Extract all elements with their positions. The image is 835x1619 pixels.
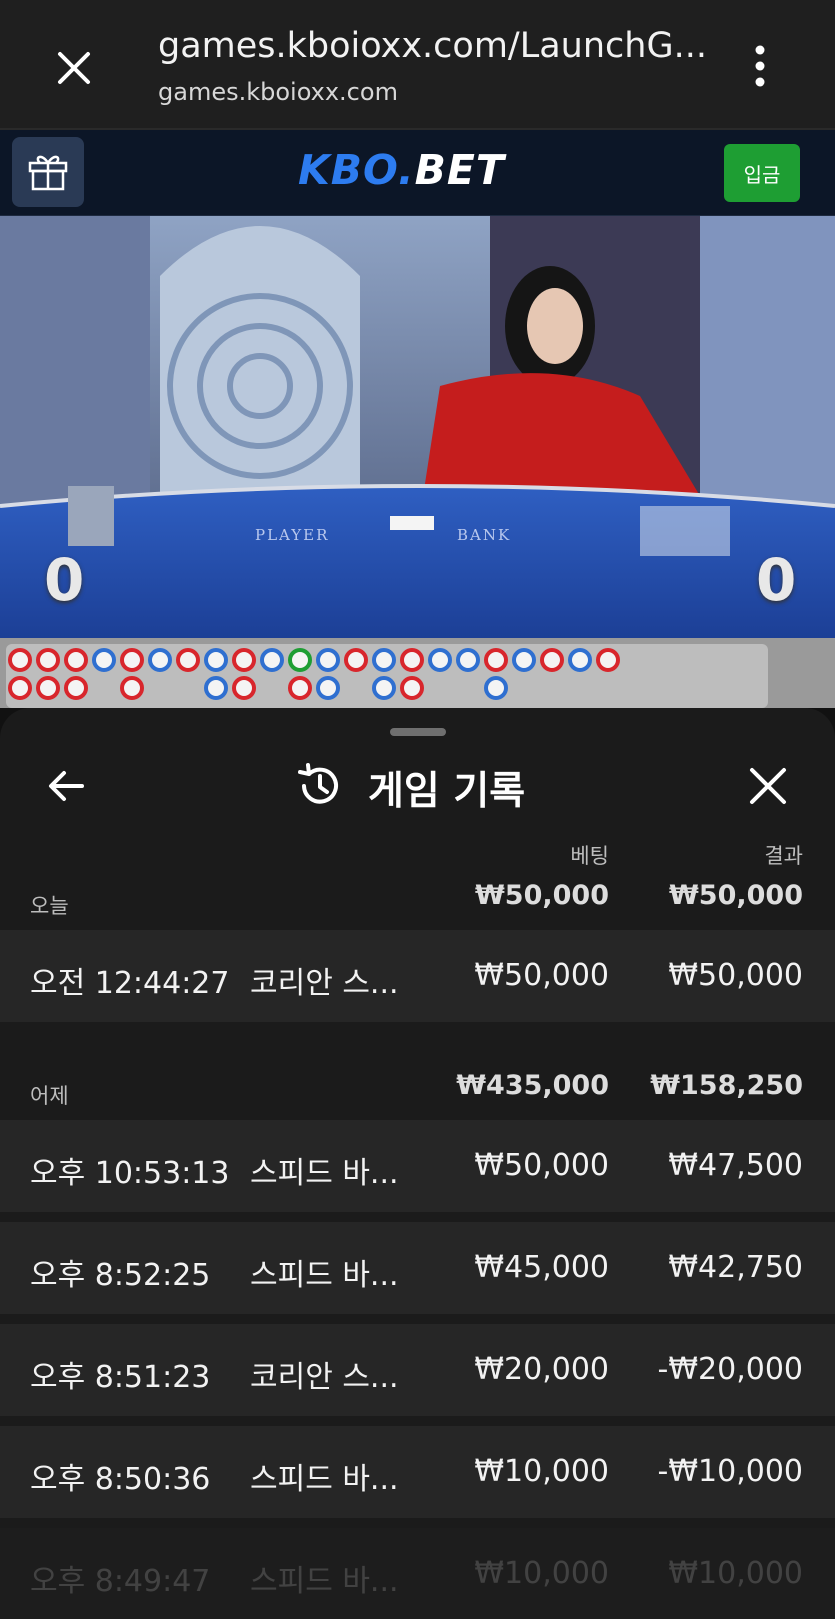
bead-ring — [8, 648, 32, 672]
bead-ring — [372, 676, 396, 700]
row-game: 스피드 바... — [250, 1564, 399, 1599]
bead-ring — [176, 648, 200, 672]
row-result: ₩47,500 — [668, 1148, 803, 1183]
row-game: 스피드 바... — [250, 1462, 399, 1497]
history-row[interactable]: 오후 8:51:23 코리안 스... ₩20,000 -₩20,000 — [0, 1324, 835, 1416]
row-time: 오후 8:50:36 — [30, 1462, 211, 1497]
bead-ring — [456, 648, 480, 672]
row-game: 스피드 바... — [250, 1258, 399, 1293]
bead-ring — [232, 648, 256, 672]
bead-ring — [484, 676, 508, 700]
bead-ring — [120, 648, 144, 672]
game-history-sheet: 게임 기록 베팅 결과 오늘 ₩50,000 ₩50,000 오전 12:44:… — [0, 708, 835, 1619]
deposit-button[interactable]: 입금 — [724, 144, 800, 202]
row-game: 스피드 바... — [250, 1156, 399, 1191]
group-result-total: ₩158,250 — [650, 1070, 803, 1101]
back-arrow-icon[interactable] — [42, 762, 90, 810]
bead-ring — [540, 648, 564, 672]
row-game: 코리안 스... — [250, 1360, 399, 1395]
row-time: 오후 10:53:13 — [30, 1156, 230, 1191]
page-url-title[interactable]: games.kboioxx.com/LaunchG... — [158, 26, 707, 66]
bead-ring — [512, 648, 536, 672]
history-row[interactable]: 오전 12:44:27 코리안 스... ₩50,000 ₩50,000 — [0, 930, 835, 1022]
row-time: 오후 8:52:25 — [30, 1258, 211, 1293]
more-options-icon[interactable] — [744, 42, 776, 90]
live-video[interactable]: PLAYER BANK 0 0 — [0, 216, 835, 638]
row-bet: ₩45,000 — [474, 1250, 609, 1285]
history-icon — [298, 763, 338, 804]
row-bet: ₩20,000 — [474, 1352, 609, 1387]
bead-ring — [232, 676, 256, 700]
table-banker-label: BANK — [457, 526, 511, 544]
history-row[interactable]: 오후 8:49:47 스피드 바... ₩10,000 ₩10,000 — [0, 1528, 835, 1619]
group-label-yesterday: 어제 — [30, 1084, 69, 1108]
bead-ring — [36, 676, 60, 700]
site-header: KBO.BET 입금 — [0, 130, 835, 216]
bead-ring — [568, 648, 592, 672]
bead-ring — [344, 648, 368, 672]
group-bet-total: ₩50,000 — [475, 880, 609, 911]
bead-ring — [204, 676, 228, 700]
bead-ring — [148, 648, 172, 672]
close-sheet-icon[interactable] — [744, 762, 792, 810]
page-url-host: games.kboioxx.com — [158, 78, 398, 106]
bead-ring — [288, 676, 312, 700]
row-result: -₩20,000 — [657, 1352, 803, 1387]
drag-handle[interactable] — [390, 728, 446, 736]
history-row[interactable]: 오후 10:53:13 스피드 바... ₩50,000 ₩47,500 — [0, 1120, 835, 1212]
bead-ring — [428, 648, 452, 672]
group-result-total: ₩50,000 — [669, 880, 803, 911]
group-label-today: 오늘 — [30, 894, 69, 918]
row-bet: ₩50,000 — [474, 1148, 609, 1183]
row-result: ₩42,750 — [668, 1250, 803, 1285]
gift-icon — [28, 155, 68, 191]
bead-ring — [260, 648, 284, 672]
close-icon[interactable] — [50, 44, 98, 92]
row-bet: ₩10,000 — [474, 1454, 609, 1489]
history-row[interactable]: 오후 8:52:25 스피드 바... ₩45,000 ₩42,750 — [0, 1222, 835, 1314]
row-time: 오후 8:49:47 — [30, 1564, 211, 1599]
row-result: -₩10,000 — [657, 1454, 803, 1489]
bead-ring — [64, 648, 88, 672]
video-scene: PLAYER BANK — [0, 216, 835, 638]
bead-ring — [484, 648, 508, 672]
row-time: 오후 8:51:23 — [30, 1360, 211, 1395]
history-row[interactable]: 오후 8:50:36 스피드 바... ₩10,000 -₩10,000 — [0, 1426, 835, 1518]
bead-ring — [92, 648, 116, 672]
bead-ring — [64, 676, 88, 700]
row-bet: ₩50,000 — [474, 958, 609, 993]
bead-road-grid — [6, 644, 768, 708]
bead-ring — [596, 648, 620, 672]
row-result: ₩10,000 — [668, 1556, 803, 1591]
sheet-title: 게임 기록 — [368, 769, 526, 814]
row-time: 오전 12:44:27 — [30, 966, 230, 1001]
banker-score: 0 — [756, 546, 797, 614]
player-score: 0 — [44, 546, 85, 614]
browser-toolbar: games.kboioxx.com/LaunchG... games.kboio… — [0, 0, 835, 130]
bead-ring — [316, 648, 340, 672]
bead-ring — [400, 676, 424, 700]
bead-ring — [288, 648, 312, 672]
column-header-bet: 베팅 — [570, 844, 609, 868]
bead-ring — [372, 648, 396, 672]
column-header-result: 결과 — [764, 844, 803, 868]
row-game: 코리안 스... — [250, 966, 399, 1001]
bead-road — [0, 638, 835, 708]
row-bet: ₩10,000 — [474, 1556, 609, 1591]
bead-ring — [316, 676, 340, 700]
bead-ring — [36, 648, 60, 672]
row-result: ₩50,000 — [668, 958, 803, 993]
bead-ring — [400, 648, 424, 672]
bead-ring — [8, 676, 32, 700]
bead-ring — [120, 676, 144, 700]
site-logo[interactable]: KBO.BET — [298, 146, 505, 194]
group-bet-total: ₩435,000 — [456, 1070, 609, 1101]
gift-button[interactable] — [12, 137, 84, 207]
table-player-label: PLAYER — [255, 526, 329, 544]
bead-ring — [204, 648, 228, 672]
